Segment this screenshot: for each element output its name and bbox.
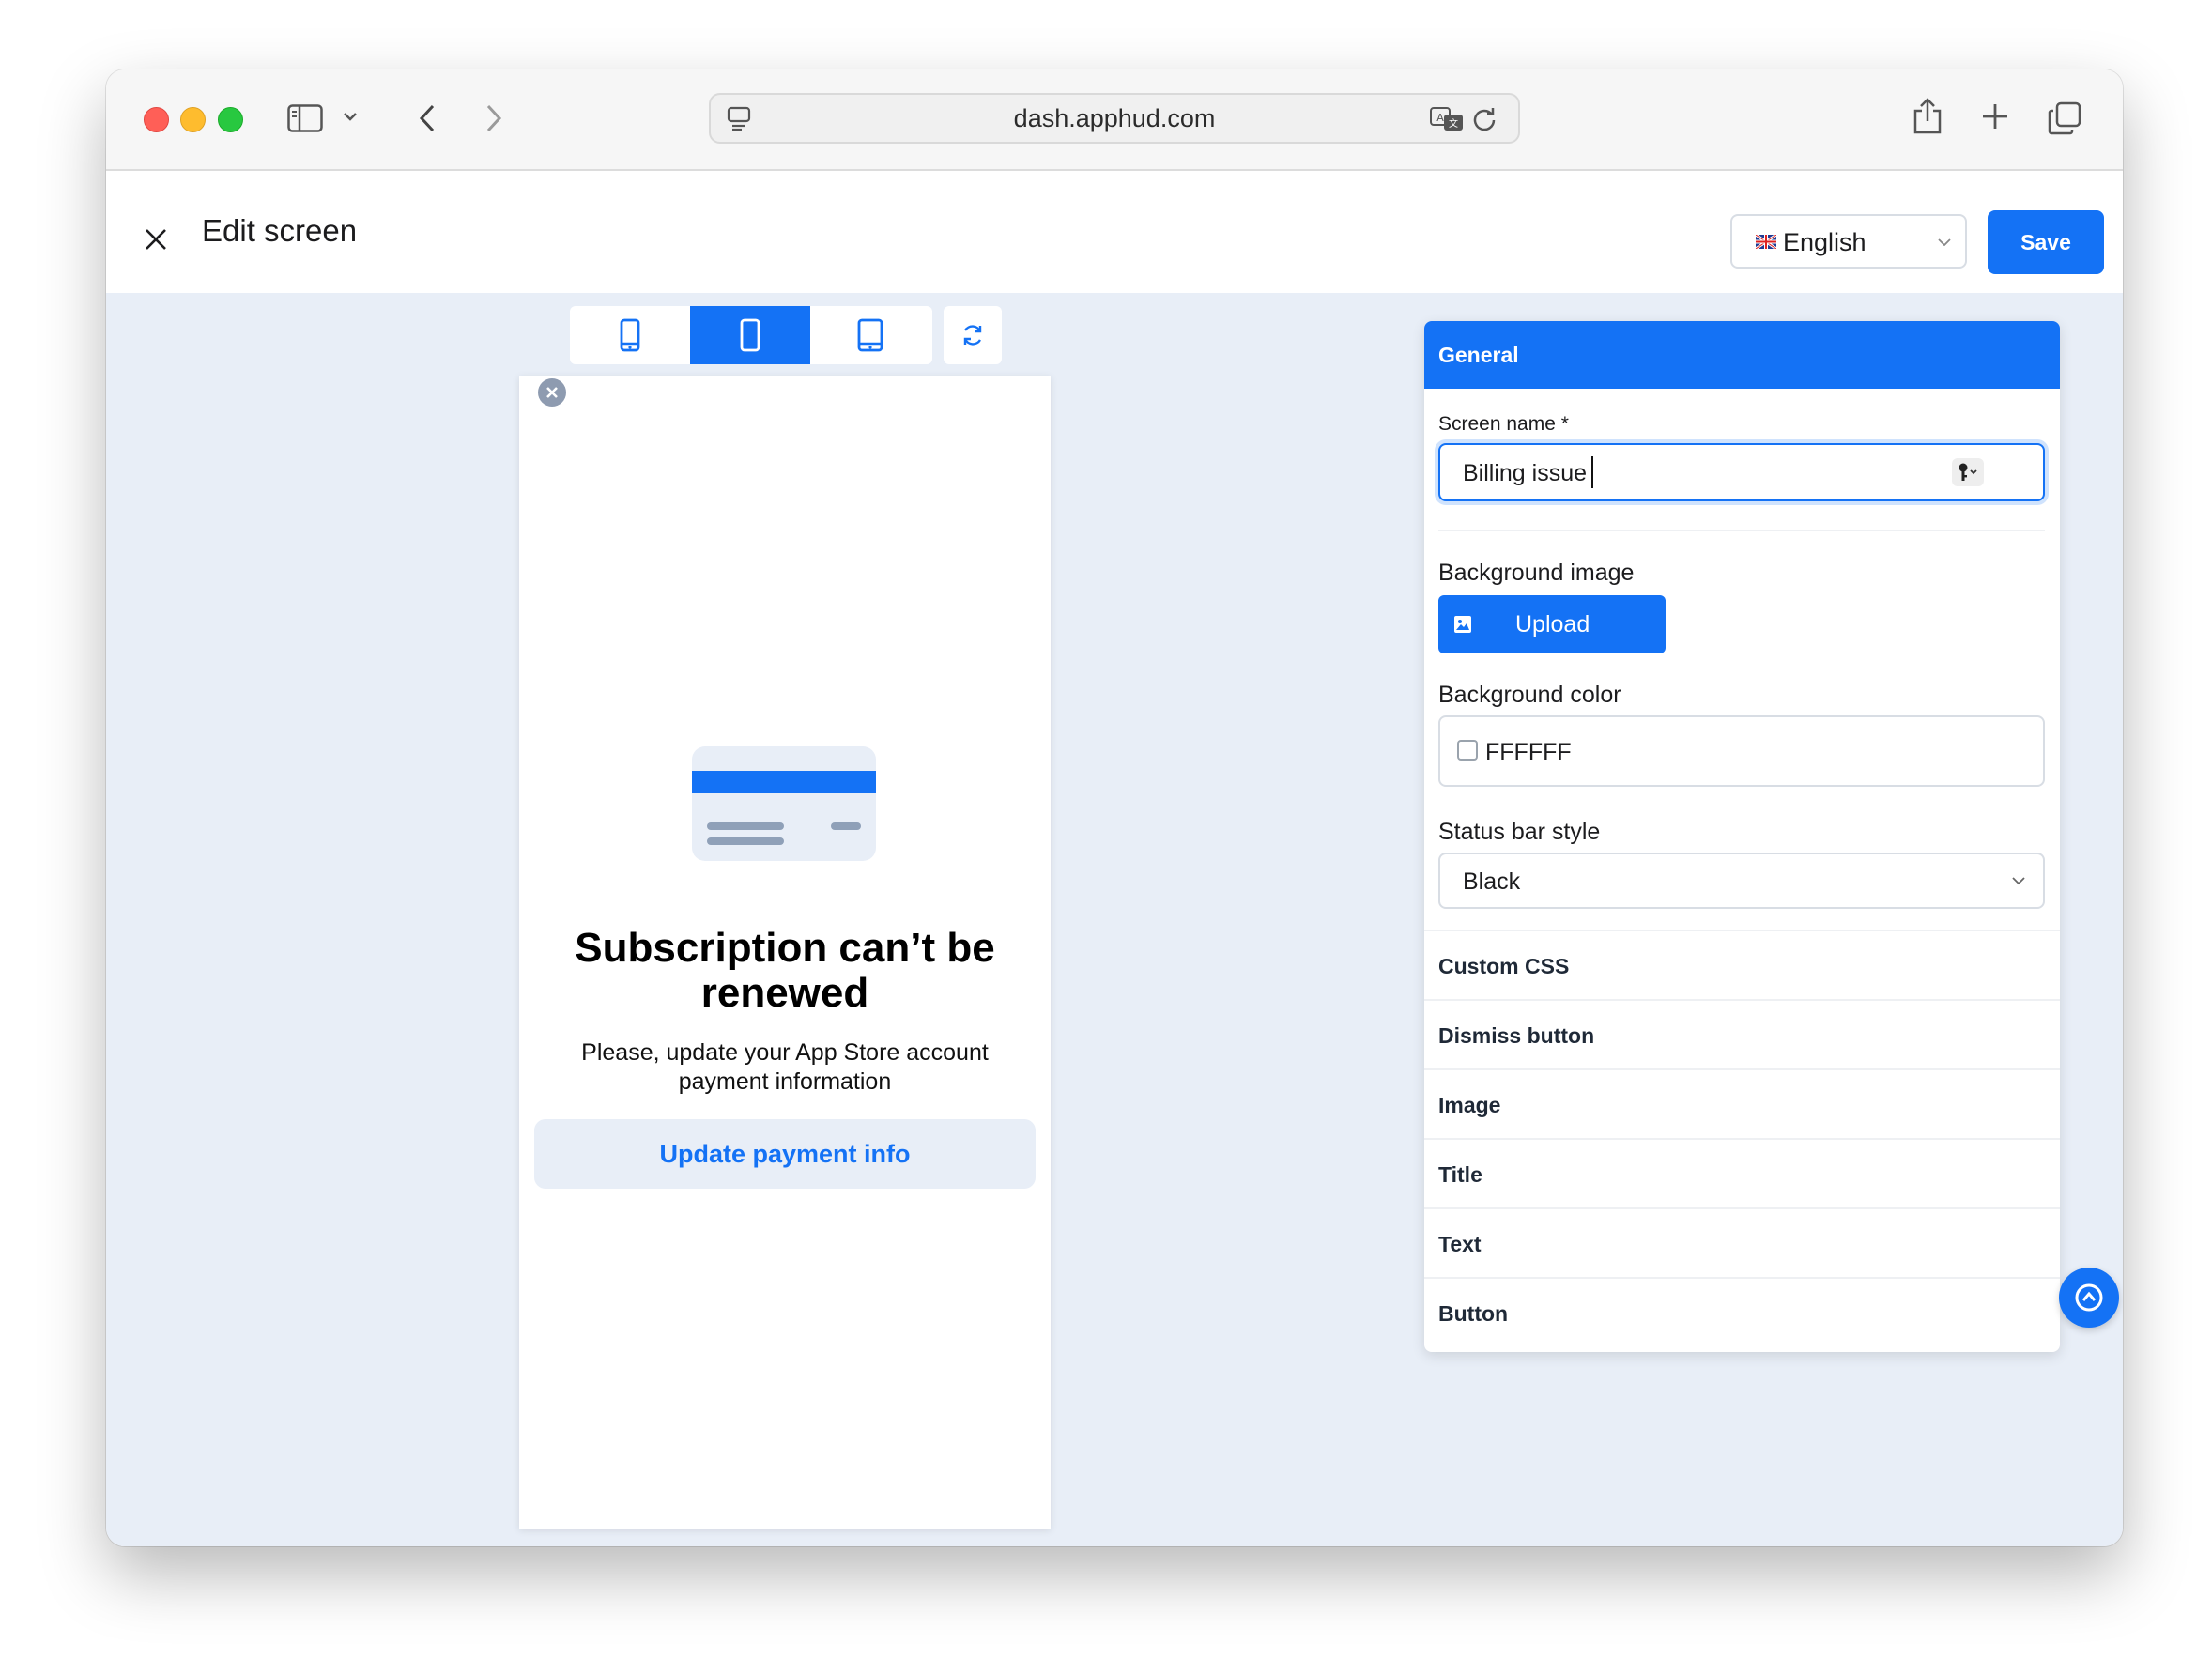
editor-header: Edit screen English Save [106,171,2123,293]
zoom-window-button[interactable] [218,107,243,132]
back-icon[interactable] [408,100,446,137]
background-image-label: Background image [1438,560,1635,586]
section-label: Button [1438,1301,1509,1326]
upload-label: Upload [1515,611,1590,638]
section-dismiss-button[interactable]: Dismiss button [1424,999,2060,1068]
section-title[interactable]: Title [1424,1138,2060,1207]
section-label: Dismiss button [1438,1023,1595,1048]
new-tab-icon[interactable] [1978,100,2012,133]
section-custom-css[interactable]: Custom CSS [1424,930,2060,999]
divider [1438,530,2045,531]
device-tablet-button[interactable] [810,306,930,364]
color-swatch[interactable] [1457,740,1478,761]
address-bar[interactable]: dash.apphud.com A文 [709,93,1520,144]
language-select[interactable]: English [1730,214,1967,269]
device-small-phone-button[interactable] [570,306,690,364]
section-label: Custom CSS [1438,954,1570,978]
dismiss-icon[interactable] [538,378,566,407]
screen-name-label: Screen name * [1438,413,1569,435]
text-caret [1591,456,1593,488]
close-window-button[interactable] [144,107,169,132]
status-bar-select[interactable]: Black [1438,853,2045,909]
phone-icon [620,318,640,352]
device-large-phone-button[interactable] [690,306,810,364]
phone-icon [740,318,760,352]
url-text: dash.apphud.com [1013,104,1216,132]
chevron-down-icon [2011,873,2026,890]
uk-flag-icon [1755,233,1777,250]
section-label: Text [1438,1232,1482,1256]
upload-button[interactable]: Upload [1438,595,1666,653]
share-icon[interactable] [1909,96,1946,137]
close-icon[interactable] [142,225,170,254]
status-bar-label: Status bar style [1438,819,1601,845]
update-payment-button[interactable]: Update payment info [534,1119,1036,1189]
browser-window: dash.apphud.com A文 Edit screen English S… [106,69,2123,1546]
section-text[interactable]: Text [1424,1207,2060,1277]
chevron-down-icon [1937,237,1952,248]
refresh-preview-button[interactable] [944,306,1002,364]
screen-name-value: Billing issue [1463,460,1588,486]
language-value: English [1783,228,1866,256]
credit-card-icon [692,746,876,861]
forward-icon[interactable] [475,100,513,137]
status-bar-value: Black [1463,868,1521,895]
background-color-input[interactable]: FFFFFF [1438,715,2045,787]
screen-name-input[interactable]: Billing issue [1438,443,2045,501]
editor-canvas: Subscription can’t be renewed Please, up… [106,293,2123,1546]
password-key-icon[interactable] [1952,458,1984,486]
device-switcher [570,306,932,364]
section-label: Image [1438,1093,1501,1117]
page-title: Edit screen [202,213,358,248]
general-section-header[interactable]: General [1424,321,2060,389]
save-button[interactable]: Save [1988,210,2104,274]
section-label: Title [1438,1162,1482,1187]
section-button[interactable]: Button [1424,1277,2060,1346]
background-color-value: FFFFFF [1485,739,1572,765]
browser-toolbar: dash.apphud.com A文 [106,69,2123,171]
svg-text:文: 文 [1449,117,1458,130]
section-image[interactable]: Image [1424,1068,2060,1138]
chat-support-button[interactable] [2059,1268,2119,1328]
minimize-window-button[interactable] [180,107,206,132]
screen-preview: Subscription can’t be renewed Please, up… [519,376,1051,1529]
refresh-icon [963,325,982,346]
translate-icon[interactable]: A文 [1428,104,1466,134]
image-icon [1453,613,1472,640]
tablet-icon [857,318,883,352]
background-color-label: Background color [1438,682,1621,708]
sidebar-toggle-icon[interactable] [286,100,324,137]
reload-icon[interactable] [1469,104,1499,134]
preview-title: Subscription can’t be renewed [575,925,995,1016]
tab-overview-icon[interactable] [2046,100,2083,137]
preview-text: Please, update your App Store account pa… [581,1039,989,1095]
settings-panel: General Screen name * Billing issue Back… [1424,321,2060,1352]
svg-text:A: A [1436,112,1444,124]
chat-icon [2075,1283,2103,1312]
chevron-down-icon[interactable] [341,107,360,126]
